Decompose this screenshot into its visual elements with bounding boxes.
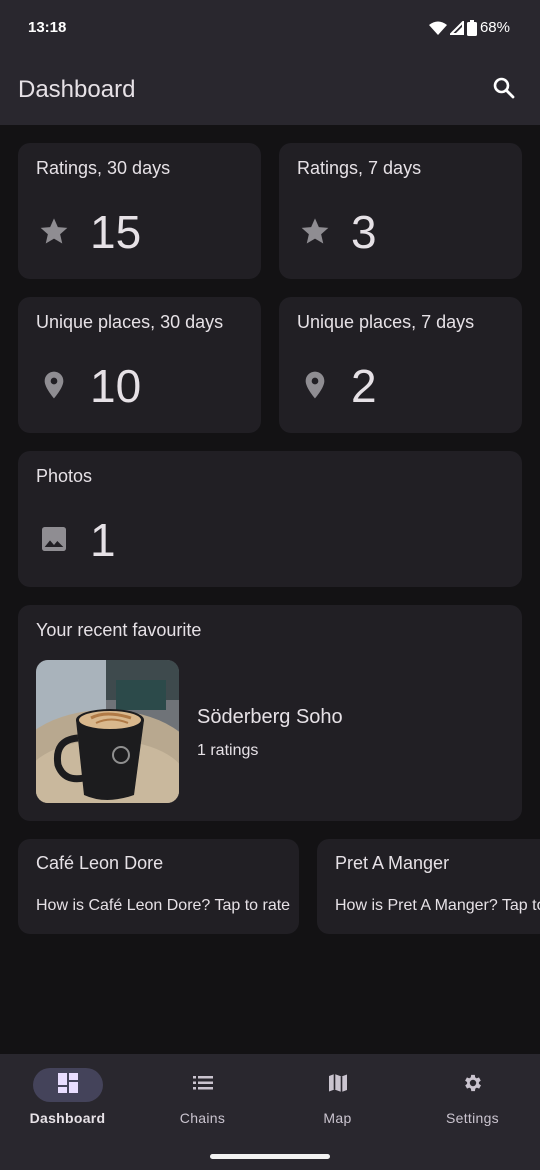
stat-value: 15 — [90, 206, 142, 258]
rate-place-name: Pret A Manger — [335, 853, 450, 873]
battery-percent: 68% — [479, 19, 510, 36]
star-icon — [38, 215, 70, 247]
rate-prompt-card[interactable]: Café Leon Dore How is Café Leon Dore? Ta… — [18, 839, 299, 934]
dashboard-icon — [57, 1072, 79, 1099]
stat-label: Unique places, 30 days — [36, 312, 224, 332]
search-button[interactable] — [488, 74, 520, 106]
favourite-ratings-count: 1 ratings — [197, 742, 259, 759]
status-icons: 68% — [428, 19, 510, 36]
location-pin-icon — [38, 369, 70, 401]
star-icon — [299, 215, 331, 247]
active-indicator — [32, 1068, 103, 1102]
nav-label: Map — [323, 1110, 352, 1126]
nav-label: Settings — [446, 1110, 499, 1126]
recent-favourite-heading: Your recent favourite — [36, 620, 202, 640]
stat-card-places-30[interactable]: Unique places, 30 days 10 — [18, 297, 261, 433]
recent-favourite-card[interactable]: Your recent favourite Söderberg Soho 1 r… — [18, 605, 522, 821]
stat-value: 10 — [90, 360, 142, 412]
favourite-place-name: Söderberg Soho — [197, 706, 343, 728]
search-icon — [493, 77, 515, 104]
nav-item-settings[interactable]: Settings — [405, 1068, 540, 1138]
nav-item-map[interactable]: Map — [270, 1068, 405, 1138]
rate-prompt-text: How is Pret A Manger? Tap to rate — [335, 897, 540, 914]
gear-icon — [462, 1072, 484, 1099]
location-pin-icon — [299, 369, 331, 401]
rate-prompt-card[interactable]: Pret A Manger How is Pret A Manger? Tap … — [317, 839, 540, 934]
nav-item-chains[interactable]: Chains — [135, 1068, 270, 1138]
stat-value: 2 — [351, 360, 377, 412]
rate-place-name: Café Leon Dore — [36, 853, 164, 873]
home-indicator[interactable] — [210, 1154, 330, 1159]
page-title: Dashboard — [18, 76, 136, 103]
stat-value: 1 — [90, 514, 116, 566]
rate-prompt-carousel[interactable]: Café Leon Dore How is Café Leon Dore? Ta… — [0, 839, 540, 935]
app-bar: Dashboard — [0, 55, 540, 125]
nav-label: Dashboard — [29, 1110, 106, 1126]
nav-label: Chains — [179, 1110, 226, 1126]
signal-icon — [449, 20, 464, 35]
stat-label: Ratings, 30 days — [36, 158, 171, 178]
battery-icon — [466, 19, 477, 36]
stat-label: Ratings, 7 days — [297, 158, 422, 178]
map-icon — [327, 1072, 349, 1099]
coffee-mug-photo — [36, 660, 179, 803]
stat-card-places-7[interactable]: Unique places, 7 days 2 — [279, 297, 522, 433]
stat-card-photos[interactable]: Photos 1 — [18, 451, 522, 587]
stat-label: Photos — [36, 466, 93, 486]
nav-item-dashboard[interactable]: Dashboard — [0, 1068, 135, 1138]
rate-prompt-text: How is Café Leon Dore? Tap to rate — [36, 897, 291, 914]
wifi-icon — [428, 21, 447, 35]
list-icon — [192, 1075, 214, 1096]
stat-card-ratings-30[interactable]: Ratings, 30 days 15 — [18, 143, 261, 279]
stat-value: 3 — [351, 206, 377, 258]
stat-label: Unique places, 7 days — [297, 312, 475, 332]
image-icon — [38, 523, 70, 555]
bottom-navigation: Dashboard Chains Map Settings — [0, 1054, 540, 1170]
status-bar: 13:18 68% — [0, 0, 540, 55]
status-time: 13:18 — [28, 19, 67, 36]
stat-card-ratings-7[interactable]: Ratings, 7 days 3 — [279, 143, 522, 279]
